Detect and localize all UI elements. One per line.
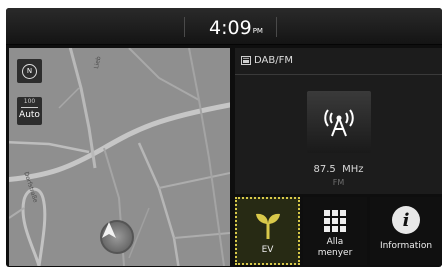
media-panel[interactable]: DAB/FM 87.5 MHz FM [235, 48, 442, 194]
clock-time: 4:09 [209, 17, 252, 39]
map-scale-button[interactable]: 100 Auto [17, 97, 42, 125]
status-bar: 4:09 PM [6, 8, 442, 45]
clock: 4:09 PM [188, 11, 284, 41]
compass-label: N [26, 67, 33, 75]
broadcast-antenna-icon [324, 109, 354, 137]
media-source-label: DAB/FM [254, 55, 293, 66]
information-button[interactable]: i Information [370, 197, 442, 265]
scale-value: 100 [23, 98, 36, 105]
media-divider [235, 74, 442, 75]
ev-button[interactable]: EV [235, 197, 300, 265]
all-menus-label: Alla menyer [317, 237, 353, 258]
all-menus-button[interactable]: Alla menyer [303, 197, 367, 265]
information-label: Information [379, 241, 433, 251]
leaf-sprout-icon [255, 213, 280, 239]
media-header: DAB/FM [241, 55, 293, 66]
station-art [307, 91, 371, 153]
status-divider [276, 17, 277, 37]
head-unit-screen: 4:09 PM N 100 Auto Dorfstraße Lieb DAB/F… [6, 8, 442, 267]
status-divider [184, 17, 185, 37]
navigation-arrow-icon [102, 222, 116, 238]
info-icon: i [392, 206, 420, 234]
map-view[interactable]: N 100 Auto Dorfstraße Lieb [9, 48, 230, 266]
compass-icon: N [22, 63, 37, 79]
grid-menu-icon [324, 210, 346, 232]
ev-button-label: EV [261, 245, 274, 255]
vehicle-position-marker [100, 220, 134, 254]
station-frequency: 87.5 MHz [313, 164, 364, 175]
compass-button[interactable]: N [17, 59, 42, 83]
radio-source-icon [241, 56, 251, 65]
station-band: FM [332, 178, 345, 187]
scale-mode: Auto [19, 110, 40, 120]
clock-ampm: PM [252, 27, 263, 35]
